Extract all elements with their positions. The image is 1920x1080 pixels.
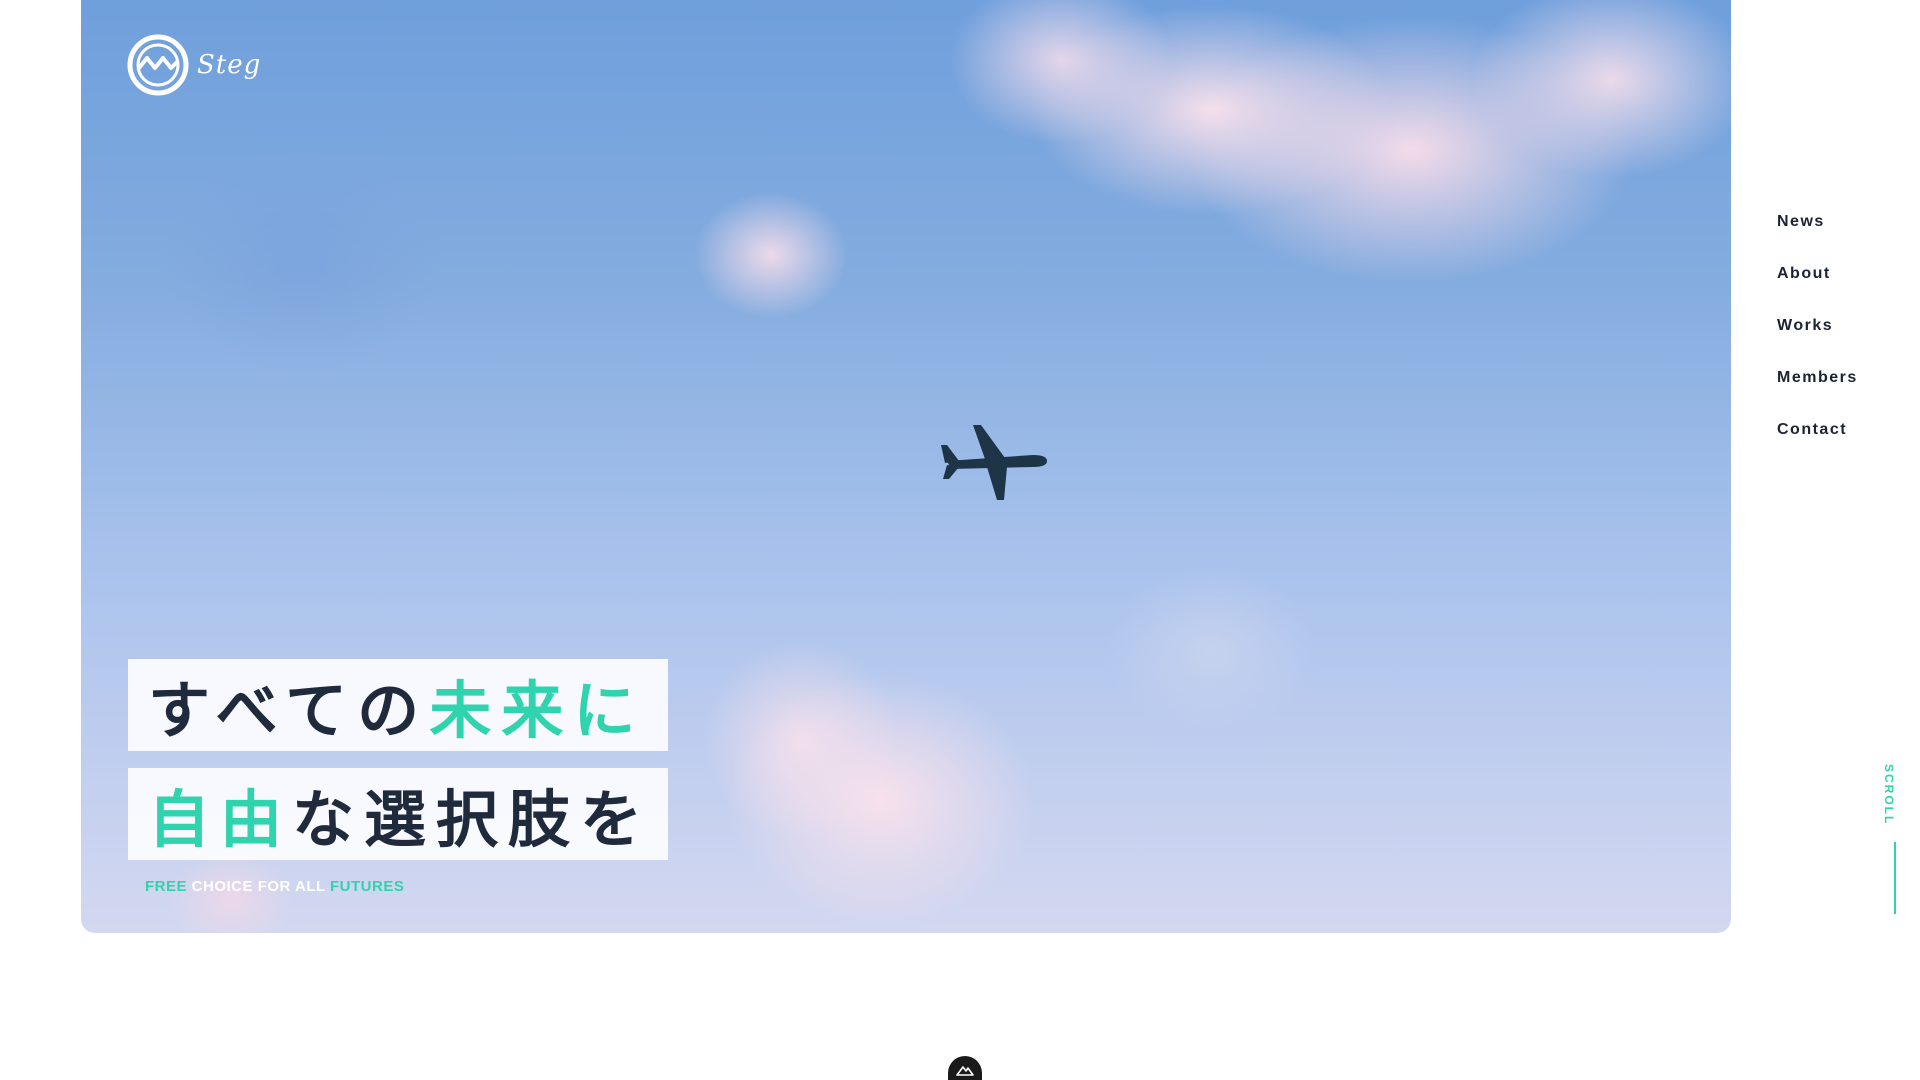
mountain-icon [956, 1066, 974, 1076]
scroll-indicator[interactable]: SCROLL [1880, 760, 1910, 920]
tagline-accent-free: FREE [145, 878, 188, 895]
nav-item-news[interactable]: News [1777, 196, 1858, 248]
hero-tagline: FREE CHOICE FOR ALL FUTURES [145, 878, 404, 895]
hero-headline-line-2: 自由 な選択肢を [128, 768, 668, 860]
nav-item-works[interactable]: Works [1777, 300, 1858, 352]
tagline-middle: CHOICE FOR ALL [187, 878, 331, 895]
nav-item-members[interactable]: Members [1777, 352, 1858, 404]
headline-text: すべての [148, 674, 430, 747]
steg-wave-icon [127, 34, 189, 96]
nav-item-about[interactable]: About [1777, 248, 1858, 300]
airplane-icon [941, 425, 1047, 500]
scroll-label: SCROLL [1882, 764, 1896, 826]
headline-text: な選択肢を [292, 783, 653, 856]
page-top-button[interactable] [948, 1056, 982, 1080]
headline-accent-text: 自由 [148, 783, 293, 856]
tagline-accent-futures: FUTURES [330, 878, 405, 895]
brand-name: Steg [197, 50, 262, 80]
scroll-line [1894, 842, 1896, 914]
main-nav: News About Works Members Contact [1777, 196, 1858, 456]
nav-item-contact[interactable]: Contact [1777, 404, 1858, 456]
hero-headline-line-1: すべての 未来に [128, 659, 668, 751]
headline-accent-text: 未来に [429, 674, 646, 747]
brand-logo[interactable]: Steg [127, 34, 261, 96]
